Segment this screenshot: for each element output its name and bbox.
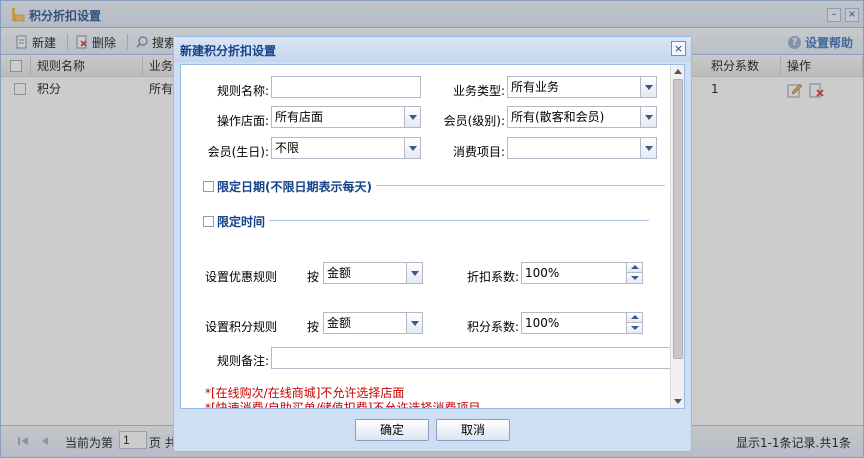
points-coef-label: 积分系数: <box>466 320 519 334</box>
chevron-down-icon[interactable] <box>640 107 656 127</box>
new-rule-dialog: 新建积分折扣设置 × 规则名称: 业务类型: 所有业务 操作店面: 所有店面 会… <box>173 36 692 452</box>
limit-date-legend[interactable]: 限定日期(不限日期表示每天) <box>203 178 376 195</box>
fieldset-line <box>203 220 649 221</box>
limit-time-fieldset: 限定时间 <box>203 213 649 230</box>
consume-note: *[快速消费/自助买单/储值扣费]不允许选择消费项目 <box>205 401 481 409</box>
cancel-button[interactable]: 取消 <box>436 419 510 441</box>
close-icon[interactable]: × <box>671 41 686 56</box>
discount-rule-label: 设置优惠规则 <box>205 270 278 284</box>
member-birthday-value: 不限 <box>275 141 300 155</box>
dialog-scrollbar[interactable] <box>670 65 684 408</box>
member-level-select[interactable]: 所有(散客和会员) <box>507 106 657 128</box>
limit-time-legend[interactable]: 限定时间 <box>203 213 270 230</box>
dialog-body: 规则名称: 业务类型: 所有业务 操作店面: 所有店面 会员(级别): 所有(散… <box>180 64 685 409</box>
chevron-down-icon[interactable] <box>406 263 422 283</box>
spin-down-icon[interactable] <box>626 323 642 333</box>
limit-date-checkbox[interactable] <box>203 181 214 192</box>
member-birthday-label: 会员(生日): <box>207 145 269 159</box>
store-select[interactable]: 所有店面 <box>271 106 421 128</box>
discount-coef-spinner[interactable]: 100% <box>521 262 643 284</box>
scroll-up-icon[interactable] <box>674 69 682 74</box>
rule-name-input[interactable] <box>271 76 421 98</box>
scroll-thumb[interactable] <box>673 79 683 359</box>
dialog-title: 新建积分折扣设置 <box>180 44 277 58</box>
points-by-value: 金额 <box>327 316 352 330</box>
discount-coef-label: 折扣系数: <box>466 270 519 284</box>
limit-date-fieldset: 限定日期(不限日期表示每天) <box>203 178 665 195</box>
rule-name-label: 规则名称: <box>216 84 269 98</box>
points-by-label: 按 <box>307 320 320 334</box>
limit-time-checkbox[interactable] <box>203 216 214 227</box>
business-type-value: 所有业务 <box>511 80 560 94</box>
remark-input[interactable] <box>271 347 671 369</box>
business-type-select[interactable]: 所有业务 <box>507 76 657 98</box>
member-level-value: 所有(散客和会员) <box>511 110 605 124</box>
discount-coef-value: 100% <box>525 266 560 280</box>
points-coef-spinner[interactable]: 100% <box>521 312 643 334</box>
member-birthday-select[interactable]: 不限 <box>271 137 421 159</box>
spin-up-icon[interactable] <box>626 313 642 323</box>
consume-item-select[interactable] <box>507 137 657 159</box>
limit-date-text: 限定日期(不限日期表示每天) <box>217 180 372 194</box>
chevron-down-icon[interactable] <box>406 313 422 333</box>
spin-down-icon[interactable] <box>626 273 642 283</box>
store-value: 所有店面 <box>275 110 324 124</box>
confirm-button[interactable]: 确定 <box>355 419 429 441</box>
points-coef-value: 100% <box>525 316 560 330</box>
dialog-header[interactable]: 新建积分折扣设置 × <box>174 37 691 62</box>
chevron-down-icon[interactable] <box>404 107 420 127</box>
chevron-down-icon[interactable] <box>640 138 656 158</box>
limit-time-text: 限定时间 <box>217 215 266 229</box>
scroll-down-icon[interactable] <box>674 399 682 404</box>
chevron-down-icon[interactable] <box>640 77 656 97</box>
member-level-label: 会员(级别): <box>443 114 505 128</box>
chevron-down-icon[interactable] <box>404 138 420 158</box>
consume-item-label: 消费项目: <box>452 145 505 159</box>
remark-label: 规则备注: <box>216 354 269 368</box>
discount-by-value: 金额 <box>327 266 352 280</box>
points-by-select[interactable]: 金额 <box>323 312 423 334</box>
points-rule-label: 设置积分规则 <box>205 320 278 334</box>
discount-by-label: 按 <box>307 270 320 284</box>
business-type-label: 业务类型: <box>452 84 505 98</box>
discount-by-select[interactable]: 金额 <box>323 262 423 284</box>
store-label: 操作店面: <box>216 114 269 128</box>
spin-up-icon[interactable] <box>626 263 642 273</box>
